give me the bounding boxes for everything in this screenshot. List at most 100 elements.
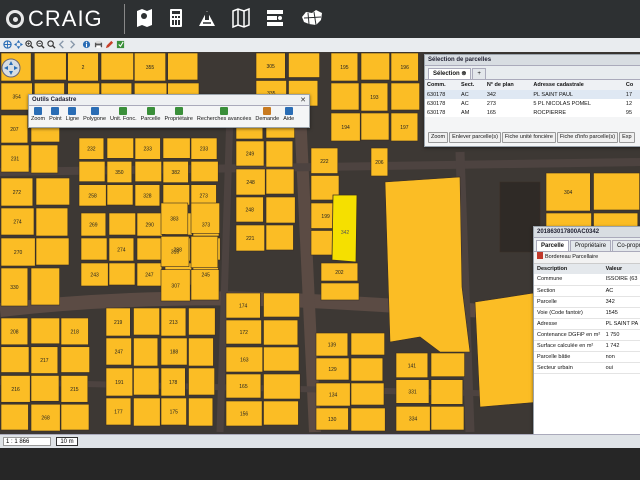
parcel[interactable] [30,144,59,174]
parcel-info-tab-0[interactable]: Parcelle [536,240,570,251]
outils-item-6[interactable]: Propriétaire [164,107,193,122]
parcel[interactable] [108,262,136,286]
parcel[interactable] [133,397,161,427]
parcel[interactable] [134,161,162,182]
parcel[interactable] [188,307,216,336]
parcel[interactable] [190,202,220,234]
pan-widget-icon[interactable] [1,58,21,78]
parcel[interactable] [0,403,29,431]
draw-icon[interactable] [105,40,114,49]
selection-col-header[interactable]: Comm. [425,80,459,90]
parcel[interactable] [430,406,465,431]
parcel[interactable] [60,403,90,431]
parcel[interactable] [350,407,386,432]
parcel[interactable] [188,397,214,427]
parcel[interactable] [162,137,191,159]
zoom-extent-icon[interactable] [3,40,12,49]
selection-button-3[interactable]: Fiche d'info parcelle(s) [556,132,619,143]
parcel[interactable] [360,112,390,141]
selection-col-header[interactable]: N° de plan [485,80,532,90]
tab-selection[interactable]: Sélection ⊗ [428,68,472,79]
settings-icon[interactable] [116,40,125,49]
back-icon[interactable] [57,40,66,49]
measure-icon[interactable] [197,7,217,29]
parcel[interactable] [265,196,296,224]
parcel[interactable] [133,367,160,396]
selection-button-0[interactable]: Zoom [428,132,449,143]
parcel-info-tab-2[interactable]: Co-propriét [612,240,640,251]
selection-button-1[interactable]: Enlever parcelle(s) [449,132,501,143]
parcel[interactable] [106,137,134,159]
selection-button-4[interactable]: Exp [619,132,635,143]
selection-button-2[interactable]: Fiche unité foncière [501,132,556,143]
parcel[interactable] [263,400,299,426]
parcel[interactable] [60,346,90,373]
parcel[interactable] [265,168,295,195]
parcel[interactable] [263,292,300,318]
parcel[interactable] [188,367,215,396]
parcel[interactable] [30,375,60,402]
parcel[interactable] [35,177,70,206]
outils-item-0[interactable]: Zoom [31,107,45,122]
parcel[interactable] [350,332,385,356]
regions-icon[interactable] [300,7,324,29]
parcel[interactable] [162,184,190,206]
zoom-out-icon[interactable] [36,40,45,49]
forward-icon[interactable] [68,40,77,49]
parcel[interactable] [263,373,301,400]
parcel[interactable] [78,161,106,182]
parcel[interactable] [190,236,219,268]
selection-col-header[interactable]: Sect. [459,80,485,90]
parcel[interactable] [350,382,385,406]
parcel[interactable] [265,140,294,168]
parcel[interactable] [0,346,30,373]
selection-row[interactable]: 630178 AM 165 ROCPIERRE 95 [425,108,640,117]
parcel[interactable] [106,184,134,206]
selection-col-header[interactable]: Adresse cadastrale [531,80,624,90]
parcel[interactable] [30,317,60,345]
parcel[interactable] [133,307,160,336]
parcel[interactable] [320,282,360,301]
print-icon[interactable] [94,40,103,49]
pan-icon[interactable] [14,40,23,49]
craig-logo[interactable]: CRAIG [6,6,103,31]
pdf-icon[interactable] [537,252,543,259]
parcel[interactable] [108,212,136,236]
outils-item-7[interactable]: Recherches avancées [197,107,251,122]
parcel[interactable] [430,352,465,377]
cadastre-map[interactable]: 342 123553543573532072312322332333503822… [0,52,640,434]
info-icon[interactable] [82,40,91,49]
parcel[interactable] [265,224,294,251]
parcel[interactable] [390,82,420,111]
parcel[interactable] [100,52,134,81]
zoom-box-icon[interactable] [47,40,56,49]
parcel[interactable] [188,337,214,367]
parcel[interactable] [35,237,70,266]
selected-parcel[interactable] [331,194,358,263]
outils-item-2[interactable]: Ligne [66,107,79,122]
close-icon[interactable]: ✕ [300,96,306,104]
outils-item-9[interactable]: Aide [283,107,294,122]
parcel[interactable] [263,346,300,372]
tab-add[interactable]: + [472,68,486,79]
parcel[interactable] [35,207,69,237]
parcel[interactable] [80,237,108,261]
parcel[interactable] [330,82,360,111]
outils-item-8[interactable]: Demande [255,107,279,122]
parcel-large-block[interactable] [384,176,471,353]
calculator-icon[interactable] [166,7,186,29]
outils-item-4[interactable]: Unit. Fonc. [110,107,137,122]
parcel[interactable] [34,52,67,81]
parcel[interactable] [136,237,164,261]
parcel-info-tab-1[interactable]: Propriétaire [570,240,612,251]
parcel[interactable] [167,52,199,81]
parcel[interactable] [133,337,159,367]
selection-row[interactable]: 630178 AC 342 PL SAINT PAUL 17 [425,90,640,99]
parcel[interactable] [263,319,299,346]
map-pin-icon[interactable] [134,7,154,29]
parcel[interactable] [430,379,464,405]
outils-item-1[interactable]: Point [49,107,62,122]
parcel[interactable] [30,267,60,306]
selection-col-header[interactable]: Co [624,80,640,90]
parcel[interactable] [350,357,384,382]
